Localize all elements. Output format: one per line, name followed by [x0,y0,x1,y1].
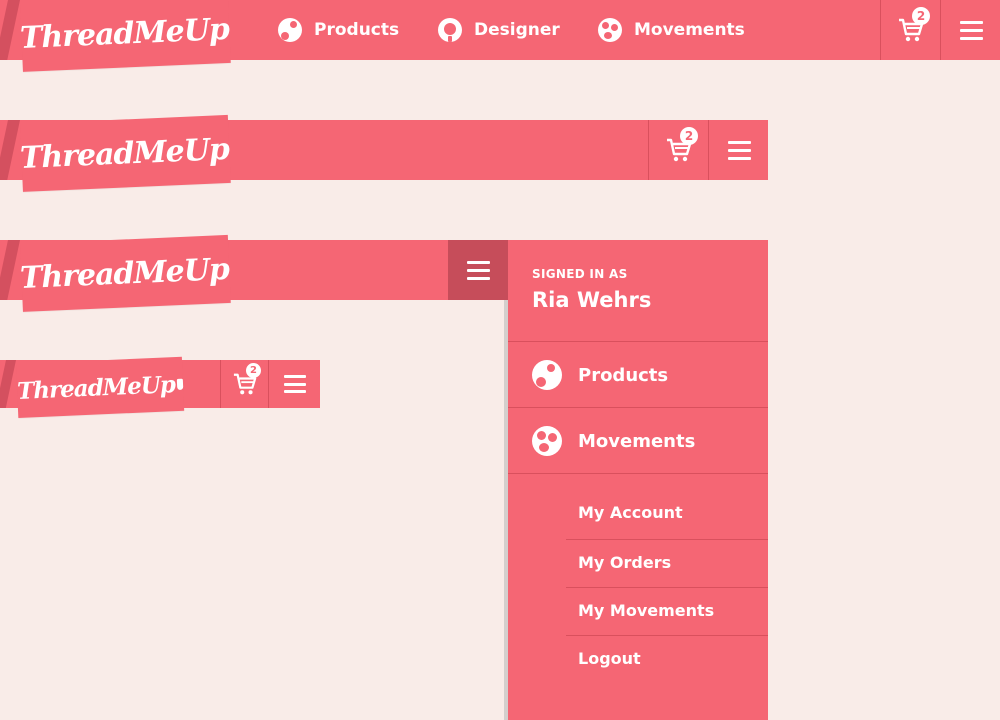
menu-button-active[interactable] [448,240,508,300]
designer-icon [438,18,462,42]
hamburger-icon [727,140,751,160]
logo-text: ThreadMeUp [19,131,230,176]
divider [508,407,768,408]
header-fold [0,360,16,408]
drawer-subitem-my-movements[interactable]: My Movements [578,601,714,620]
cart-count-badge: 2 [912,7,930,25]
tshirt-icon [176,378,184,390]
logo-text: ThreadMeUp [19,11,230,56]
logo-text: ThreadMeUp [19,251,230,296]
hamburger-icon [959,20,983,40]
drawer-item-label: Products [578,364,669,386]
products-icon [278,18,302,42]
menu-button[interactable] [268,360,321,408]
nav-item-products[interactable]: Products [278,0,399,60]
logo[interactable]: ThreadMeUp [19,234,232,312]
nav-drawer: SIGNED IN AS Ria Wehrs Products Movement… [508,240,768,720]
divider [566,635,768,636]
menu-button[interactable] [708,120,769,180]
menu-button[interactable] [940,0,1000,60]
cart-icon: 2 [233,363,261,396]
cart-icon: 2 [666,127,698,163]
cart-button[interactable]: 2 [880,0,941,60]
divider [566,587,768,588]
header-fold [0,0,20,60]
header-fold [0,120,20,180]
drawer-item-products[interactable]: Products [532,360,668,390]
logo[interactable]: ThreadMeUp [16,356,185,418]
logo-text: ThreadMeUp [16,370,176,405]
movements-icon [532,426,562,456]
cart-button[interactable]: 2 [648,120,709,180]
signed-in-label: SIGNED IN AS [532,267,628,281]
user-name: Ria Wehrs [532,288,652,312]
logo[interactable]: ThreadMeUp [19,114,232,192]
logo[interactable]: ThreadMeUp [19,0,232,72]
nav-item-label: Movements [634,20,745,40]
divider [508,341,768,342]
drawer-subitem-my-account[interactable]: My Account [578,503,683,522]
drawer-subitem-logout[interactable]: Logout [578,649,641,668]
cart-button[interactable]: 2 [220,360,269,408]
drawer-subitem-my-orders[interactable]: My Orders [578,553,671,572]
products-icon [532,360,562,390]
nav-item-label: Designer [474,20,560,40]
drawer-item-movements[interactable]: Movements [532,426,695,456]
divider [566,539,768,540]
cart-count-badge: 2 [680,127,698,145]
header-fold [0,240,20,300]
nav-item-label: Products [314,20,400,40]
cart-count-badge: 2 [246,363,261,378]
movements-icon [598,18,622,42]
drawer-item-label: Movements [578,430,696,452]
hamburger-icon [284,375,306,393]
nav-item-designer[interactable]: Designer [438,0,560,60]
divider [508,473,768,474]
nav-item-movements[interactable]: Movements [598,0,745,60]
hamburger-icon [466,260,490,280]
cart-icon: 2 [898,7,930,43]
